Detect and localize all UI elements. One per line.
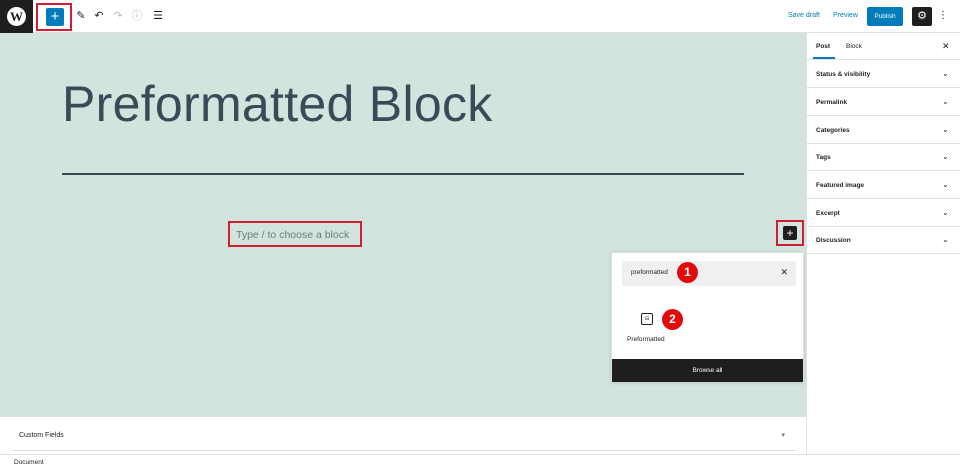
- list-view-icon[interactable]: ☰: [151, 9, 165, 23]
- pencil-icon[interactable]: ✎: [74, 9, 88, 23]
- panel-title: Categories: [816, 127, 850, 134]
- separator-block[interactable]: [62, 173, 744, 175]
- block-breadcrumb-bar: Document: [0, 454, 960, 469]
- settings-sidebar: Post Block ✕ Status & visibility ⌄ Perma…: [806, 33, 960, 454]
- panel-title: Featured image: [816, 182, 865, 189]
- panel-tags[interactable]: Tags ⌄: [807, 143, 960, 171]
- undo-icon[interactable]: ↶: [92, 9, 106, 23]
- tab-block[interactable]: Block: [846, 43, 862, 50]
- inline-inserter-button[interactable]: +: [783, 226, 797, 240]
- chevron-down-icon: ⌄: [942, 235, 949, 244]
- panel-title: Status & visibility: [816, 71, 871, 78]
- add-block-button[interactable]: +: [46, 8, 64, 26]
- block-search-input[interactable]: preformatted ✕: [622, 261, 796, 286]
- breadcrumb-document[interactable]: Document: [14, 459, 44, 466]
- close-icon[interactable]: ✕: [942, 41, 950, 52]
- add-block-highlight: +: [36, 3, 72, 31]
- save-draft-button[interactable]: Save draft: [788, 12, 820, 19]
- active-tab-indicator: [813, 57, 835, 59]
- preformatted-block-label[interactable]: Preformatted: [627, 336, 665, 343]
- editor-toolbar: W + ✎ ↶ ↷ ⓘ ☰ Save draft Preview Publish…: [0, 0, 960, 33]
- preformatted-block-icon[interactable]: ⊟: [641, 313, 653, 325]
- block-inserter-popover: preformatted ✕ 1 ⊟ 2 Preformatted Browse…: [611, 252, 804, 382]
- step-badge-2: 2: [662, 309, 683, 330]
- publish-button[interactable]: Publish: [867, 7, 903, 26]
- more-vertical-icon[interactable]: ⋮: [938, 9, 948, 23]
- metabox-area: Custom Fields ▾: [0, 416, 806, 454]
- step-badge-1: 1: [677, 262, 698, 283]
- browse-all-button[interactable]: Browse all: [612, 359, 803, 382]
- wordpress-icon: W: [7, 7, 26, 26]
- info-icon[interactable]: ⓘ: [130, 9, 144, 23]
- chevron-down-icon: ⌄: [942, 97, 949, 106]
- chevron-down-icon[interactable]: ▾: [781, 431, 785, 439]
- chevron-down-icon: ⌄: [942, 125, 949, 134]
- custom-fields-panel[interactable]: Custom Fields ▾: [13, 417, 795, 451]
- panel-title: Permalink: [816, 99, 848, 106]
- custom-fields-title: Custom Fields: [19, 432, 64, 439]
- wordpress-logo[interactable]: W: [0, 0, 33, 33]
- block-placeholder[interactable]: Type / to choose a block: [236, 229, 349, 241]
- settings-button[interactable]: ⚙: [912, 7, 932, 26]
- panel-excerpt[interactable]: Excerpt ⌄: [807, 199, 960, 227]
- inline-inserter-highlight: +: [776, 220, 804, 246]
- panel-status-visibility[interactable]: Status & visibility ⌄: [807, 60, 960, 88]
- panel-permalink[interactable]: Permalink ⌄: [807, 88, 960, 116]
- sidebar-tabs: Post Block ✕: [807, 33, 960, 60]
- panel-title: Excerpt: [816, 210, 840, 217]
- panel-title: Tags: [816, 154, 831, 161]
- chevron-down-icon: ⌄: [942, 152, 949, 161]
- block-placeholder-highlight: Type / to choose a block: [228, 221, 362, 247]
- close-icon[interactable]: ✕: [780, 267, 788, 278]
- chevron-down-icon: ⌄: [942, 69, 949, 78]
- redo-icon[interactable]: ↷: [111, 9, 125, 23]
- tab-post[interactable]: Post: [816, 43, 830, 50]
- panel-categories[interactable]: Categories ⌄: [807, 116, 960, 144]
- panel-title: Discussion: [816, 237, 851, 244]
- chevron-down-icon: ⌄: [942, 180, 949, 189]
- preview-button[interactable]: Preview: [833, 12, 858, 19]
- search-value: preformatted: [631, 269, 668, 276]
- panel-featured-image[interactable]: Featured image ⌄: [807, 171, 960, 199]
- post-title[interactable]: Preformatted Block: [62, 75, 493, 133]
- panel-discussion[interactable]: Discussion ⌄: [807, 226, 960, 254]
- gear-icon: ⚙: [917, 10, 927, 22]
- chevron-down-icon: ⌄: [942, 208, 949, 217]
